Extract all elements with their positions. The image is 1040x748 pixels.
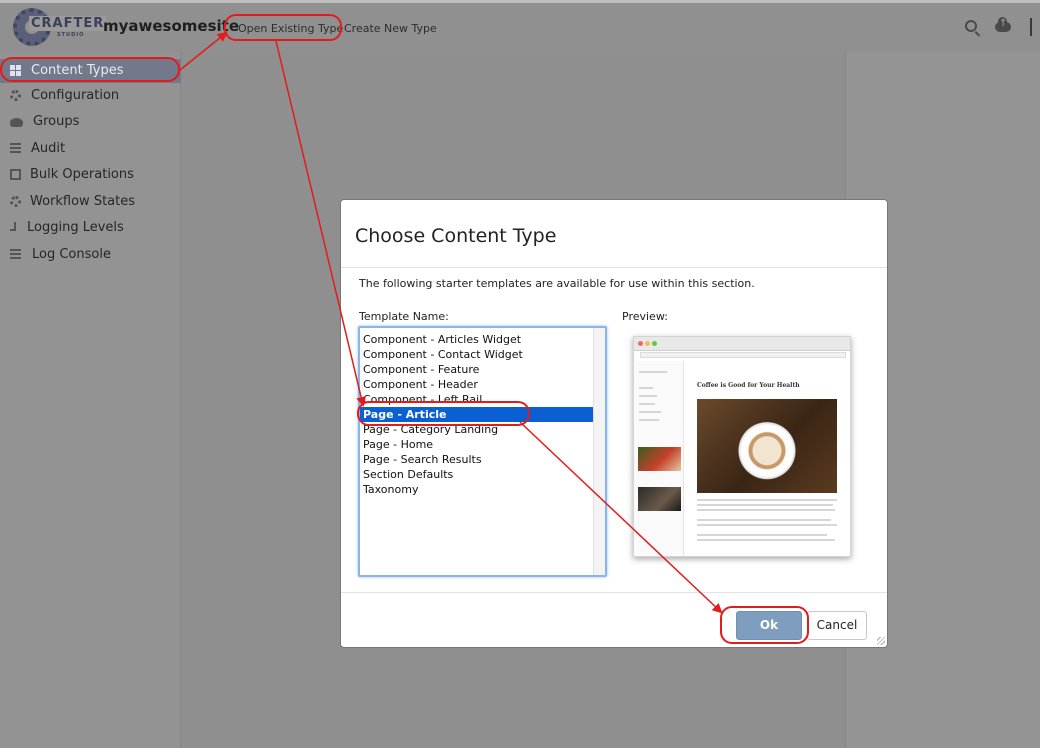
sidebar-item-log-console[interactable]: Log Console bbox=[0, 243, 181, 267]
annotation-ring-page-article bbox=[357, 401, 530, 426]
preview-line bbox=[639, 403, 655, 405]
preview-line bbox=[697, 499, 837, 501]
resize-handle-icon[interactable] bbox=[877, 637, 885, 645]
template-option[interactable]: Page - Home bbox=[360, 437, 594, 452]
logo-subtext: STUDIO bbox=[57, 32, 85, 38]
preview-line bbox=[697, 509, 835, 511]
template-option[interactable]: Component - Header bbox=[360, 377, 594, 392]
preview-thumbnail bbox=[638, 447, 681, 471]
cancel-button[interactable]: Cancel bbox=[807, 611, 867, 640]
preview-line bbox=[639, 371, 667, 373]
crafter-studio-logo[interactable]: CRAFTER STUDIO bbox=[13, 8, 107, 50]
annotation-ring-content-types bbox=[0, 57, 180, 82]
template-option[interactable]: Page - Search Results bbox=[360, 452, 594, 467]
preview-article-heading: Coffee is Good for Your Health bbox=[697, 382, 800, 389]
sidebar-item-label: Bulk Operations bbox=[30, 167, 134, 182]
annotation-ring-open-existing bbox=[224, 14, 342, 41]
cloud-upload-icon[interactable] bbox=[995, 17, 1011, 32]
preview-coffee-photo bbox=[697, 399, 837, 493]
sidebar-item-groups[interactable]: Groups bbox=[0, 110, 181, 134]
template-preview-image: Coffee is Good for Your Health bbox=[633, 336, 851, 557]
sidebar-item-label: Audit bbox=[31, 141, 66, 156]
maximize-dot-icon bbox=[652, 341, 657, 346]
sidebar-item-workflow-states[interactable]: Workflow States bbox=[0, 190, 181, 214]
preview-label: Preview: bbox=[622, 310, 668, 323]
template-option[interactable]: Component - Contact Widget bbox=[360, 347, 594, 362]
preview-line bbox=[639, 387, 653, 389]
template-option[interactable]: Section Defaults bbox=[360, 467, 594, 482]
preview-line bbox=[639, 395, 657, 397]
dialog-description: The following starter templates are avai… bbox=[359, 277, 755, 290]
dialog-title: Choose Content Type bbox=[355, 225, 557, 247]
preview-line bbox=[697, 534, 827, 536]
search-icon[interactable] bbox=[965, 20, 977, 32]
preview-line bbox=[697, 524, 837, 526]
template-option[interactable]: Component - Feature bbox=[360, 362, 594, 377]
site-name[interactable]: myawesomesite bbox=[103, 17, 239, 35]
preview-thumbnail bbox=[638, 487, 681, 511]
sidebar-item-label: Groups bbox=[33, 114, 80, 129]
divider bbox=[1030, 18, 1032, 36]
sidebar-item-label: Workflow States bbox=[30, 194, 136, 209]
users-icon bbox=[10, 118, 23, 127]
sidebar: Content Types Configuration Groups Audit… bbox=[0, 52, 181, 748]
list-icon bbox=[10, 249, 21, 260]
annotation-ring-ok bbox=[720, 606, 809, 644]
sidebar-item-bulk-operations[interactable]: Bulk Operations bbox=[0, 163, 181, 187]
preview-line bbox=[639, 411, 661, 413]
list-icon bbox=[10, 143, 21, 154]
cog-icon bbox=[10, 90, 21, 101]
logo-text: CRAFTER bbox=[29, 16, 107, 31]
sidebar-item-label: Log Console bbox=[32, 247, 111, 262]
sidebar-item-label: Configuration bbox=[31, 88, 120, 103]
close-dot-icon bbox=[638, 341, 643, 346]
preview-line bbox=[697, 519, 831, 521]
sidebar-item-audit[interactable]: Audit bbox=[0, 137, 181, 161]
create-new-type-link[interactable]: Create New Type bbox=[344, 22, 437, 35]
sidebar-item-configuration[interactable]: Configuration bbox=[0, 84, 181, 108]
preview-url-bar bbox=[640, 352, 846, 358]
preview-sidebar bbox=[634, 361, 684, 556]
template-name-label: Template Name: bbox=[359, 310, 449, 323]
template-option[interactable]: Component - Articles Widget bbox=[360, 332, 594, 347]
preview-line bbox=[697, 504, 833, 506]
sidebar-item-label: Logging Levels bbox=[27, 220, 124, 235]
template-option[interactable]: Taxonomy bbox=[360, 482, 594, 497]
listbox-scrollbar[interactable] bbox=[593, 328, 605, 575]
cog-icon bbox=[10, 196, 21, 207]
arrows-icon bbox=[10, 169, 21, 180]
minimize-dot-icon bbox=[645, 341, 650, 346]
top-icons bbox=[920, 15, 1040, 41]
sidebar-item-logging-levels[interactable]: Logging Levels bbox=[0, 216, 181, 240]
divider bbox=[341, 267, 887, 268]
top-bar: CRAFTER STUDIO myawesomesite Open Existi… bbox=[0, 0, 1040, 52]
preview-line bbox=[697, 539, 835, 541]
level-icon bbox=[10, 222, 16, 231]
preview-browser-chrome bbox=[634, 337, 850, 351]
divider bbox=[341, 592, 887, 593]
template-listbox[interactable]: Component - Articles Widget Component - … bbox=[358, 326, 607, 577]
preview-line bbox=[639, 419, 659, 421]
